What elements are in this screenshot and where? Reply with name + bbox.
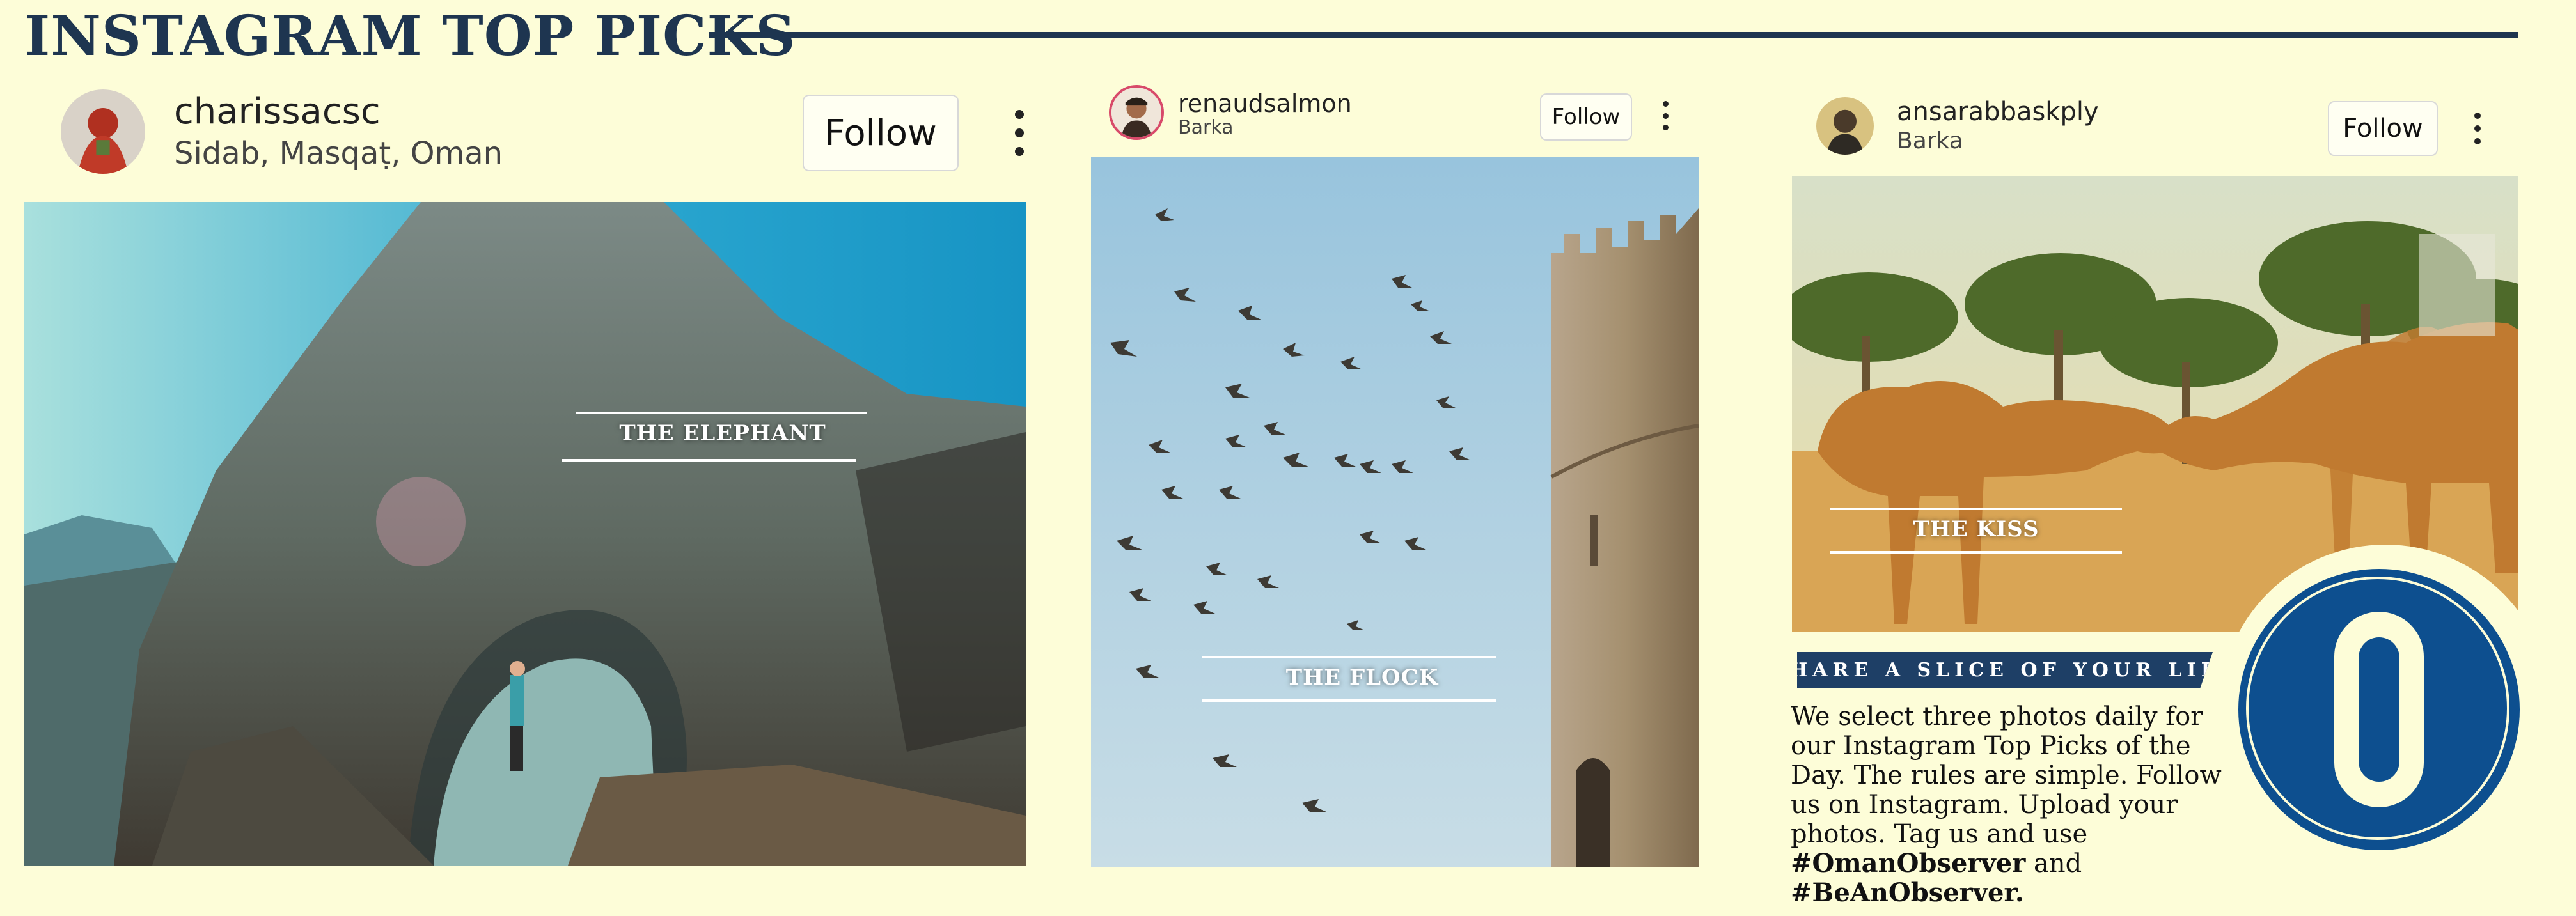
location[interactable]: Barka <box>1178 116 1234 139</box>
logo-ring <box>2246 577 2509 840</box>
caption-line-bottom <box>1830 551 2122 554</box>
username[interactable]: charissacsc <box>174 91 381 132</box>
info-connector: and <box>2034 849 2082 878</box>
location[interactable]: Barka <box>1897 128 1963 154</box>
location[interactable]: Sidab, Masqaṭ, Oman <box>174 136 503 171</box>
avatar[interactable] <box>1816 97 1874 155</box>
avatar[interactable] <box>1109 85 1164 140</box>
post-photo-flock[interactable] <box>1091 157 1699 867</box>
hashtag-be-an-observer: #BeAnObserver. <box>1791 878 2024 908</box>
caption-line-top <box>576 412 867 414</box>
more-vert-icon[interactable] <box>2470 113 2485 144</box>
share-banner: SHARE A SLICE OF YOUR LIFE <box>1797 652 2213 688</box>
more-vert-icon[interactable] <box>1659 101 1672 130</box>
page-title: INSTAGRAM TOP PICKS <box>24 4 796 68</box>
hashtag-oman-observer: #OmanObserver <box>1791 848 2026 878</box>
info-body: We select three photos daily for our Ins… <box>1791 702 2222 849</box>
follow-button[interactable]: Follow <box>803 95 959 171</box>
post-photo-elephant-rock[interactable] <box>24 202 1026 866</box>
info-text: We select three photos daily for our Ins… <box>1791 702 2251 908</box>
title-rule <box>709 32 2518 38</box>
follow-button[interactable]: Follow <box>2328 101 2438 156</box>
follow-button[interactable]: Follow <box>1540 93 1632 141</box>
caption-line-bottom <box>562 459 856 462</box>
photo-caption: THE KISS <box>1913 516 2039 542</box>
caption-line-top <box>1830 508 2122 510</box>
caption-line-bottom <box>1202 699 1496 702</box>
username[interactable]: ansarabbaskply <box>1897 97 2099 127</box>
avatar[interactable] <box>61 89 145 174</box>
username[interactable]: renaudsalmon <box>1178 89 1352 118</box>
photo-caption: THE FLOCK <box>1285 665 1439 690</box>
caption-line-top <box>1202 656 1496 658</box>
more-vert-icon[interactable] <box>1010 110 1028 156</box>
photo-caption: THE ELEPHANT <box>619 421 826 446</box>
